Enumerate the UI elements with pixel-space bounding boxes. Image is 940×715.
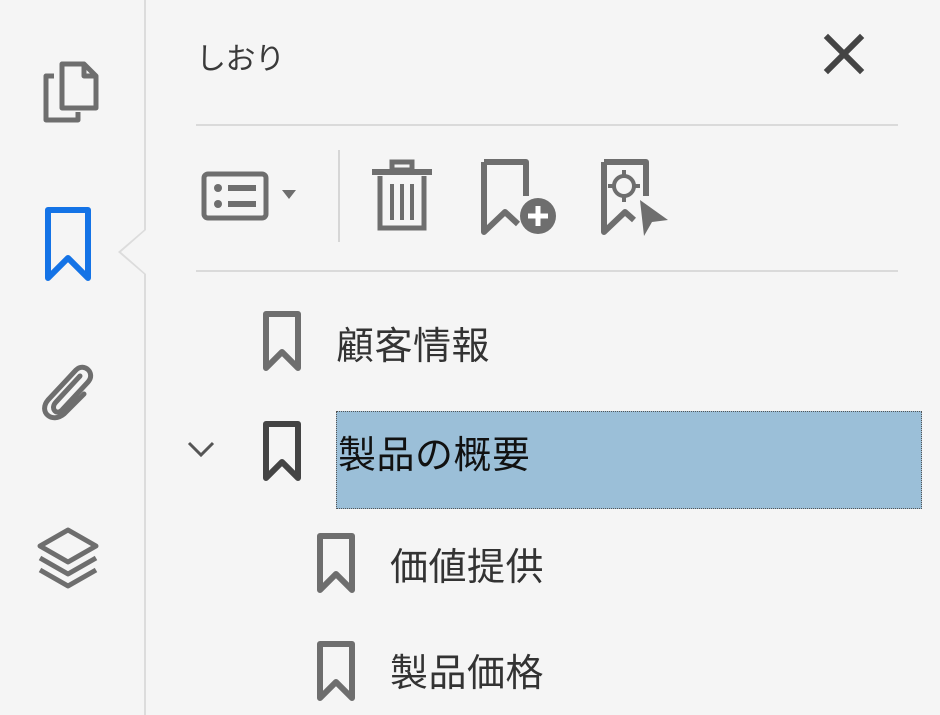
bookmark-icon	[262, 310, 302, 376]
bookmarks-panel-window: しおり 顧客情報 製品の概要 価値提供 製品価格	[0, 0, 940, 715]
options-menu-icon	[201, 171, 269, 221]
bookmark-label[interactable]: 顧客情報	[336, 315, 490, 370]
bookmark-icon[interactable]	[44, 206, 92, 282]
bookmark-icon	[262, 420, 302, 486]
bookmark-label[interactable]: 製品価格	[390, 642, 544, 697]
panel-title: しおり	[196, 42, 285, 77]
navigation-rail	[0, 0, 146, 715]
chevron-down-icon	[282, 190, 296, 199]
bookmark-icon	[316, 532, 356, 598]
paperclip-icon[interactable]	[34, 358, 102, 426]
toolbar-divider	[196, 270, 898, 272]
close-icon[interactable]	[822, 32, 866, 80]
trash-icon[interactable]	[366, 158, 438, 238]
new-bookmark-icon[interactable]	[478, 156, 564, 244]
pages-icon[interactable]	[40, 58, 102, 126]
chevron-down-icon[interactable]	[186, 440, 216, 464]
bookmark-icon	[316, 640, 356, 706]
header-divider	[196, 124, 898, 126]
bookmark-target-icon[interactable]	[596, 156, 674, 244]
bookmark-label[interactable]: 製品の概要	[338, 424, 531, 479]
options-menu-button[interactable]	[196, 162, 308, 226]
layers-icon[interactable]	[32, 524, 104, 594]
toolbar-separator	[338, 150, 340, 242]
bookmark-label[interactable]: 価値提供	[390, 536, 544, 591]
